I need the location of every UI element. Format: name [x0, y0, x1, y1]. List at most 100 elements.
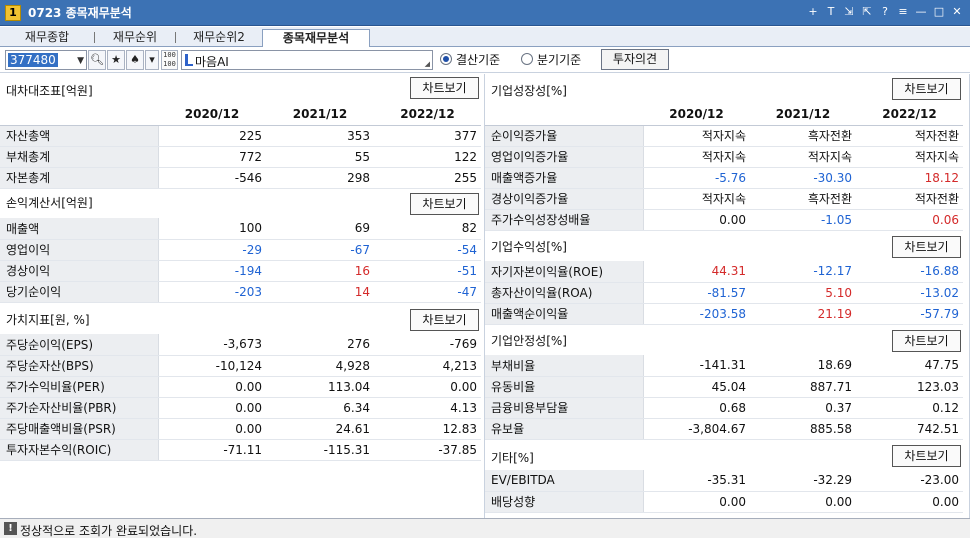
table-row: 부채비율 -141.31 18.69 47.75: [485, 355, 963, 377]
radio-annual[interactable]: [440, 53, 452, 65]
row-label: 영업이익증가율: [485, 146, 644, 168]
window-title: 0723 종목재무분석: [28, 6, 132, 20]
table-row: 주가수익성장성배율 0.00 -1.05 0.06: [485, 209, 963, 231]
table-row: 배당성향 0.00 0.00 0.00: [485, 491, 963, 513]
tab-bar: 재무종합 재무순위 재무순위2 종목재무분석: [0, 27, 970, 48]
text-icon[interactable]: T: [824, 4, 838, 20]
chart-button-income[interactable]: 차트보기: [410, 193, 479, 215]
cell-value: -32.29: [750, 470, 856, 492]
row-label: 유보율: [485, 418, 644, 440]
stock-code-input[interactable]: 377480 ▼: [5, 50, 87, 70]
cell-value: 0.00: [750, 491, 856, 513]
row-label: 투자자본수익(ROIC): [0, 439, 159, 461]
chart-button-value[interactable]: 차트보기: [410, 309, 479, 331]
chevron-down-icon[interactable]: ▼: [77, 56, 84, 66]
chart-button-growth[interactable]: 차트보기: [892, 78, 961, 100]
add-icon[interactable]: +: [806, 4, 820, 20]
window-titlebar: 1 0723 종목재무분석 + T ⇲ ⇱ ? ≡ — □ ✕: [0, 0, 970, 26]
cell-value: 47.75: [856, 355, 963, 377]
maximize-icon[interactable]: □: [932, 4, 946, 20]
table-row: 유보율 -3,804.67 885.58 742.51: [485, 418, 963, 440]
stock-name-field[interactable]: 마음AI ◢: [181, 50, 433, 70]
income-statement-table: 매출액 100 69 82 영업이익 -29 -67 -54 경상이익 -194 16 -51 당기순이…: [0, 218, 481, 303]
table-row: 매출액증가율 -5.76 -30.30 18.12: [485, 167, 963, 189]
export-icon[interactable]: ⇲: [842, 4, 856, 20]
tab-stock-financial-analysis[interactable]: 종목재무분석: [262, 29, 370, 48]
radio-annual-label[interactable]: 결산기준: [456, 51, 500, 68]
cell-value: -51: [374, 260, 481, 282]
chart-button-stability[interactable]: 차트보기: [892, 330, 961, 352]
star-icon[interactable]: ★: [107, 50, 125, 70]
investment-opinion-button[interactable]: 투자의견: [601, 49, 669, 70]
row-label: 매출액증가율: [485, 167, 644, 189]
stability-table: 부채비율 -141.31 18.69 47.75 유동비율 45.04 887.71 123.…: [485, 355, 963, 440]
cell-value: 0.06: [856, 209, 963, 231]
cell-value: 772: [158, 146, 266, 168]
cell-value: 0.00: [374, 376, 481, 398]
cell-value: -203: [158, 281, 266, 303]
cell-value: 적자지속: [750, 146, 856, 168]
cell-value: 69: [266, 218, 374, 240]
cell-value: 0.00: [643, 491, 750, 513]
link-icon[interactable]: ⇱: [860, 4, 874, 20]
help-icon[interactable]: ?: [878, 4, 892, 20]
chart-button-balance[interactable]: 차트보기: [410, 77, 479, 99]
cell-value: -546: [158, 167, 266, 189]
row-label: 자산총액: [0, 125, 159, 147]
cell-value: 113.04: [266, 376, 374, 398]
tab-financial-rank-2[interactable]: 재무순위2: [176, 29, 262, 47]
status-bar: ! 정상적으로 조회가 완료되었습니다.: [0, 518, 970, 538]
cell-value: -3,673: [158, 334, 266, 356]
cell-value: -12.17: [750, 261, 856, 283]
cell-value: 5.10: [750, 282, 856, 304]
profitability-title: 기업수익성[%]: [491, 240, 567, 254]
grid-icon[interactable]: 100 100: [161, 50, 178, 70]
cell-value: 흑자전환: [750, 188, 856, 210]
cell-value: -29: [158, 239, 266, 261]
row-label: 자본총계: [0, 167, 159, 189]
chart-button-etc[interactable]: 차트보기: [892, 445, 961, 467]
table-row: 영업이익 -29 -67 -54: [0, 239, 481, 261]
spade-icon[interactable]: ♠: [126, 50, 144, 70]
cell-value: 100: [158, 218, 266, 240]
cell-value: -203.58: [643, 303, 750, 325]
table-row: 매출액순이익율 -203.58 21.19 -57.79: [485, 303, 963, 325]
table-row: 순이익증가율 적자지속 흑자전환 적자전환: [485, 125, 963, 147]
cell-value: 적자지속: [643, 125, 750, 147]
year-header: 2021/12: [750, 104, 856, 126]
table-row: 주당순자산(BPS) -10,124 4,928 4,213: [0, 355, 481, 377]
tab-financial-rank[interactable]: 재무순위: [95, 29, 175, 47]
radio-quarterly[interactable]: [521, 53, 533, 65]
cell-value: -35.31: [643, 470, 750, 492]
minimize-icon[interactable]: —: [914, 4, 928, 20]
cell-value: -16.88: [856, 261, 963, 283]
row-label: 당기순이익: [0, 281, 159, 303]
row-label: 부채총계: [0, 146, 159, 168]
table-row: 주가순자산비율(PBR) 0.00 6.34 4.13: [0, 397, 481, 419]
window-number-badge: 1: [5, 4, 21, 21]
cell-value: 885.58: [750, 418, 856, 440]
cell-value: 225: [158, 125, 266, 147]
cell-value: -23.00: [856, 470, 963, 492]
menu-icon[interactable]: ≡: [896, 4, 910, 20]
cell-value: 흑자전환: [750, 125, 856, 147]
cell-value: 14: [266, 281, 374, 303]
cell-value: 298: [266, 167, 374, 189]
chevron-down-icon[interactable]: ▾: [145, 50, 159, 70]
stability-title: 기업안정성[%]: [491, 334, 567, 348]
resize-grip-icon: ◢: [424, 60, 430, 68]
chart-button-profit[interactable]: 차트보기: [892, 236, 961, 258]
left-panel: 대차대조표[억원] 차트보기 2020/12 2021/12 2022/12 자…: [0, 74, 485, 518]
cell-value: -10,124: [158, 355, 266, 377]
search-icon[interactable]: 🔍︎: [88, 50, 106, 70]
cell-value: 377: [374, 125, 481, 147]
cell-value: 0.00: [856, 491, 963, 513]
cell-value: -57.79: [856, 303, 963, 325]
balance-sheet-title: 대차대조표[억원]: [6, 84, 93, 98]
tab-financial-summary[interactable]: 재무종합: [0, 29, 94, 47]
close-icon[interactable]: ✕: [950, 4, 964, 20]
row-label: 주가순자산비율(PBR): [0, 397, 159, 419]
cell-value: 82: [374, 218, 481, 240]
radio-quarterly-label[interactable]: 분기기준: [537, 51, 581, 68]
status-text: 정상적으로 조회가 완료되었습니다.: [20, 524, 198, 538]
